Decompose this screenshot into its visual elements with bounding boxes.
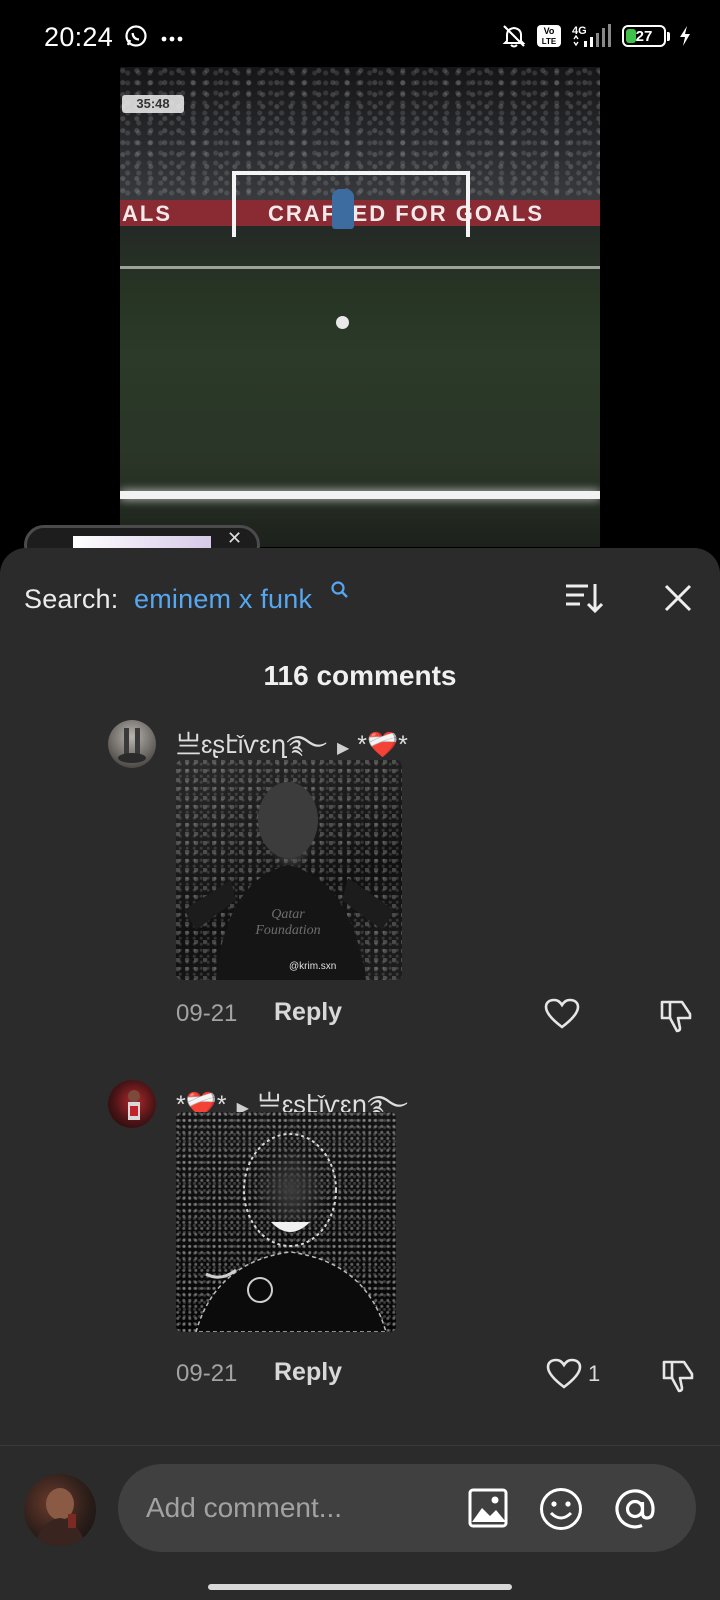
comment-author[interactable]: 亗ɛʂէǐѵɛղ࿐ (176, 731, 327, 759)
search-icon[interactable] (330, 580, 350, 605)
home-indicator[interactable] (208, 1584, 512, 1590)
comments-sheet: Search: eminem x funk 116 comments 亗ɛʂէǐ… (0, 548, 720, 1600)
comments-header: Search: eminem x funk (0, 548, 720, 644)
like-button[interactable]: 1 (546, 1358, 600, 1390)
comment-date: 09-21 (176, 1360, 238, 1387)
status-left-icons (124, 24, 184, 53)
comment-input-placeholder: Add comment... (146, 1492, 343, 1523)
close-comments-button[interactable] (660, 580, 696, 616)
reply-button[interactable]: Reply (274, 1358, 342, 1387)
comment-input[interactable]: Add comment... (118, 1464, 696, 1552)
dislike-button[interactable] (660, 1358, 696, 1399)
comments-count: 116 comments (263, 660, 457, 691)
battery-icon: 27 (622, 25, 670, 47)
whatsapp-icon (124, 24, 148, 53)
field-line-bottom (120, 491, 600, 499)
close-icon (664, 584, 692, 612)
battery-level: 27 (635, 27, 653, 45)
status-bar: 20:24 Vo LTE 4G 27 (0, 0, 720, 70)
mention-icon[interactable] (612, 1486, 658, 1537)
football (336, 316, 349, 329)
field-line (120, 266, 600, 269)
current-user-avatar[interactable] (24, 1474, 96, 1546)
avatar[interactable] (108, 720, 156, 768)
heart-icon (544, 998, 580, 1029)
svg-text:Vo: Vo (544, 26, 555, 36)
search-query-link[interactable]: eminem x funk (134, 584, 312, 615)
battery-tip (667, 31, 670, 41)
close-icon[interactable]: ✕ (227, 528, 242, 549)
more-dots-icon (160, 30, 184, 48)
heart-icon (546, 1358, 582, 1389)
player-figure (195, 1133, 387, 1332)
video-player[interactable]: 35:48 ALS CRAFTED FOR GOALS (120, 67, 600, 547)
like-button[interactable] (544, 998, 586, 1030)
comment-date: 09-21 (176, 1000, 238, 1027)
sort-button[interactable] (563, 580, 604, 616)
composer-divider (0, 1445, 720, 1446)
reply-arrow-icon: ▶ (336, 740, 350, 757)
player-figure: Qatar Foundation (184, 782, 394, 980)
battery-fill (626, 29, 636, 43)
svg-text:Foundation: Foundation (254, 923, 320, 938)
video-scoreboard-timer: 35:48 (122, 95, 184, 113)
svg-text:LTE: LTE (542, 37, 557, 46)
svg-text:4G: 4G (572, 25, 587, 37)
search-label: Search: (24, 584, 119, 614)
sort-icon (566, 584, 604, 614)
comment-image[interactable] (176, 1112, 396, 1332)
avatar[interactable] (108, 1080, 156, 1128)
image-icon[interactable] (466, 1486, 510, 1535)
ad-board-text-left: ALS (122, 201, 172, 226)
image-watermark: @krim.sxn (289, 961, 337, 972)
emoji-icon[interactable] (538, 1486, 584, 1537)
dislike-icon (662, 1360, 694, 1393)
screen: 20:24 Vo LTE 4G 27 35:48 ALS CRAFTED FOR… (0, 0, 720, 1600)
goalkeeper (332, 189, 354, 229)
reply-to-author[interactable]: *❤️‍🩹* (357, 731, 408, 759)
status-right-icons: Vo LTE 4G 27 (500, 22, 692, 50)
dislike-icon (660, 1000, 692, 1033)
like-count: 1 (588, 1361, 601, 1386)
charging-icon (678, 25, 692, 47)
svg-text:Qatar: Qatar (271, 907, 305, 922)
battery: 27 (622, 25, 666, 47)
reply-button[interactable]: Reply (274, 998, 342, 1027)
volte-icon: Vo LTE (536, 24, 562, 48)
comment-image[interactable]: Qatar Foundation @krim.sxn (176, 760, 402, 980)
dislike-button[interactable] (658, 998, 694, 1039)
signal-icon: 4G (570, 23, 614, 49)
bell-off-icon (500, 22, 528, 50)
status-time: 20:24 (44, 22, 114, 52)
